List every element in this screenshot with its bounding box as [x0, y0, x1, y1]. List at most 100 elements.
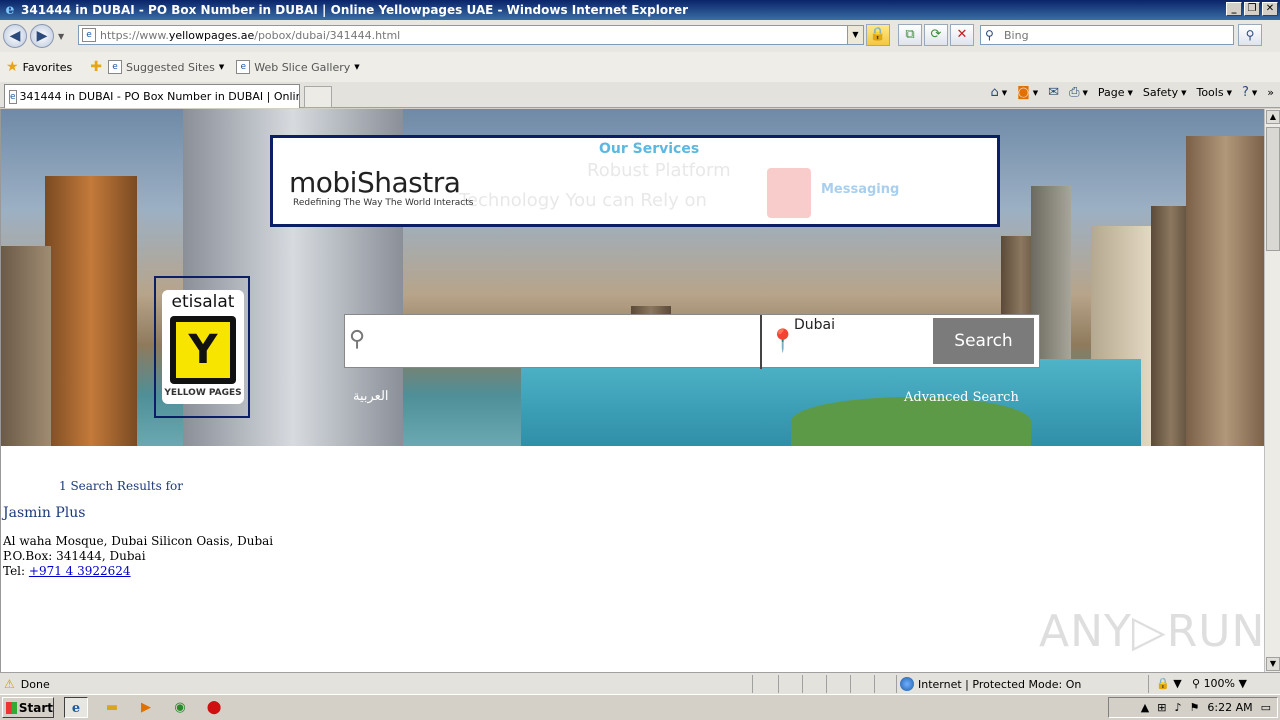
location-field[interactable]: Dubai [794, 317, 835, 333]
globe-icon [900, 677, 914, 691]
favorites-button[interactable]: ★ Favorites [6, 59, 72, 75]
results-count: 1 Search Results for [59, 479, 183, 493]
taskbar-ie-icon[interactable]: e [64, 697, 88, 718]
help-icon: ? [1241, 85, 1249, 100]
search-button[interactable]: Search [933, 318, 1034, 364]
home-icon: ⌂ [990, 85, 999, 100]
toolbar-overflow-icon[interactable]: » [1267, 86, 1274, 99]
ad-tagline: Redefining The Way The World Interacts [293, 198, 474, 208]
mail-button[interactable]: ✉ [1048, 85, 1059, 100]
print-icon: ⎙ [1069, 85, 1080, 100]
scroll-up-arrow[interactable]: ▲ [1266, 110, 1280, 124]
protected-mode-icon[interactable]: 🔒 ▼ [1156, 677, 1182, 690]
query-input[interactable] [385, 325, 755, 357]
taskbar: Start e ▬ ▶ ◉ ⬤ ▲ ⊞ ♪ ⚑ 6:22 AM ▭ [0, 694, 1280, 720]
windows-logo-icon [6, 701, 17, 714]
search-icon: ⚲ [985, 28, 994, 42]
search-go-button[interactable]: ⚲ [1238, 24, 1262, 46]
star-icon: ★ [6, 59, 19, 75]
business-tel-row: Tel: +971 4 3922624 [3, 564, 131, 578]
volume-icon[interactable]: ♪ [1174, 701, 1181, 714]
favorites-bar: ★ Favorites ✚ e Suggested Sites ▼ e Web … [0, 52, 1280, 82]
history-dropdown-icon[interactable]: ▼ [58, 32, 64, 41]
clock[interactable]: 6:22 AM [1207, 701, 1252, 714]
yellow-pages-logo[interactable]: etisalat Y YELLOW PAGES [154, 276, 250, 418]
taskbar-alert-icon[interactable]: ⬤ [202, 697, 226, 718]
window-title-bar: e 341444 in DUBAI - PO Box Number in DUB… [0, 0, 1280, 20]
back-button[interactable]: ◀ [3, 24, 27, 48]
search-form: ⚲ 📍 Dubai Search [344, 314, 1040, 369]
network-icon[interactable]: ⊞ [1157, 701, 1166, 714]
warning-icon: ⚠ [4, 677, 15, 691]
taskbar-chrome-icon[interactable]: ◉ [168, 697, 192, 718]
anyrun-watermark: ANY▷RUN [1039, 606, 1264, 657]
ad-ghost-text-1: Robust Platform [587, 160, 731, 181]
add-to-favorites-icon[interactable]: ✚ [90, 59, 102, 75]
business-name[interactable]: Jasmin Plus [3, 505, 85, 521]
chevron-down-icon: ▼ [354, 63, 360, 71]
taskbar-folder-icon[interactable]: ▬ [100, 697, 124, 718]
rss-icon: ◙ [1017, 85, 1030, 100]
url-text[interactable]: https://www.yellowpages.ae/pobox/dubai/3… [100, 29, 400, 42]
address-bar[interactable]: e https://www.yellowpages.ae/pobox/dubai… [78, 25, 864, 45]
ad-ghost-text-2: Technology You can Rely on [459, 190, 707, 211]
show-desktop-icon[interactable]: ▭ [1261, 701, 1271, 714]
search-results: 1 Search Results for Jasmin Plus Al waha… [1, 446, 1264, 672]
address-dropdown-icon[interactable]: ▼ [847, 26, 863, 44]
compatibility-view-icon[interactable]: ⧉ [898, 24, 922, 46]
status-bar: ⚠ Done Internet | Protected Mode: On 🔒 ▼… [0, 672, 1280, 694]
feeds-button[interactable]: ◙ ▼ [1017, 85, 1038, 100]
lock-icon[interactable]: 🔒 [866, 24, 890, 46]
add-favorite-star-icon: ✚ [90, 59, 102, 75]
action-center-flag-icon[interactable]: ⚑ [1190, 701, 1200, 714]
ad-services-title: Our Services [599, 141, 700, 157]
ie-logo-icon: e [5, 2, 15, 18]
search-input[interactable] [1004, 28, 1224, 42]
chevron-down-icon: ▼ [218, 63, 225, 71]
search-divider [760, 315, 762, 369]
page-content: Our Services Robust Platform Technology … [0, 109, 1264, 672]
search-box[interactable]: ⚲ [980, 25, 1234, 45]
help-button[interactable]: ? ▼ [1242, 85, 1257, 100]
ad-banner[interactable]: Our Services Robust Platform Technology … [270, 135, 1000, 227]
arabic-language-link[interactable]: العربية [353, 389, 389, 404]
tab-bar: e 341444 in DUBAI - PO Box Number in DUB… [0, 82, 1280, 108]
suggested-sites-link[interactable]: e Suggested Sites ▼ [108, 60, 224, 74]
start-button[interactable]: Start [2, 697, 54, 718]
taskbar-media-player-icon[interactable]: ▶ [134, 697, 158, 718]
tray-expand-icon[interactable]: ▲ [1141, 701, 1149, 714]
security-zone[interactable]: Internet | Protected Mode: On [900, 677, 1081, 691]
tab-current[interactable]: e 341444 in DUBAI - PO Box Number in DUB… [4, 84, 300, 108]
safety-menu[interactable]: Safety ▼ [1143, 86, 1187, 99]
tools-menu[interactable]: Tools ▼ [1196, 86, 1232, 99]
suggested-sites-icon: e [108, 60, 122, 74]
minimize-button[interactable]: _ [1226, 2, 1242, 16]
navigation-bar: ◀ ▶ ▼ e https://www.yellowpages.ae/pobox… [0, 20, 1280, 52]
restore-button[interactable]: ❐ [1244, 2, 1260, 16]
page-menu[interactable]: Page ▼ [1098, 86, 1133, 99]
ad-messaging: Messaging [821, 182, 900, 197]
new-tab-button[interactable] [304, 86, 332, 108]
forward-button[interactable]: ▶ [30, 24, 54, 48]
refresh-icon[interactable]: ⟳ [924, 24, 948, 46]
web-slice-gallery-link[interactable]: e Web Slice Gallery ▼ [236, 60, 360, 74]
status-text: Done [20, 677, 50, 691]
stop-icon[interactable]: ✕ [950, 24, 974, 46]
scroll-down-arrow[interactable]: ▼ [1266, 657, 1280, 671]
business-phone-link[interactable]: +971 4 3922624 [29, 564, 131, 578]
system-tray: ▲ ⊞ ♪ ⚑ 6:22 AM ▭ [1108, 697, 1278, 718]
zoom-icon: ⚲ [1192, 677, 1201, 690]
web-slice-icon: e [236, 60, 251, 74]
zoom-level[interactable]: ⚲ 100% ▼ [1192, 677, 1247, 690]
window-title: 341444 in DUBAI - PO Box Number in DUBAI… [21, 3, 689, 17]
vertical-scrollbar[interactable]: ▲ ▼ [1264, 109, 1280, 672]
advanced-search-link[interactable]: Advanced Search [904, 390, 1019, 405]
business-pobox: P.O.Box: 341444, Dubai [3, 549, 146, 563]
print-button[interactable]: ⎙ ▼ [1069, 85, 1088, 100]
page-icon: e [82, 28, 96, 42]
etisalat-brand: etisalat [171, 292, 235, 312]
shopping-bag-icon [767, 168, 811, 218]
close-button[interactable]: ✕ [1262, 2, 1278, 16]
scroll-thumb[interactable] [1266, 127, 1280, 251]
home-button[interactable]: ⌂ ▼ [990, 85, 1007, 100]
